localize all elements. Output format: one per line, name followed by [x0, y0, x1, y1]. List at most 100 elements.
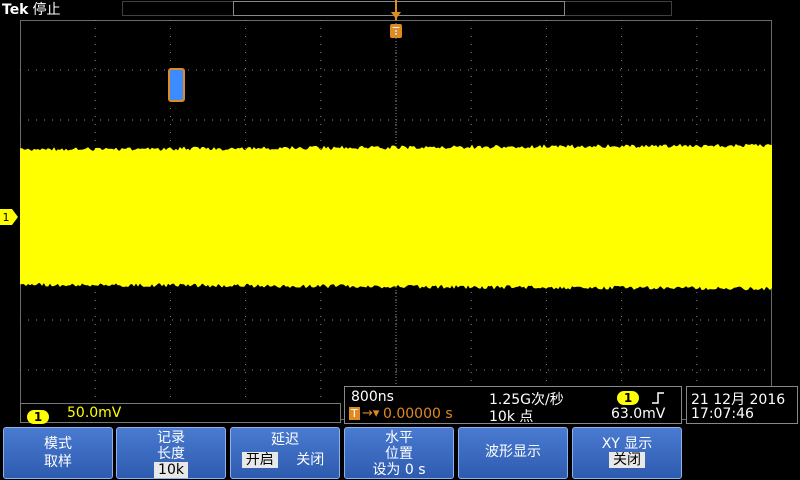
grid-dot [716, 370, 717, 371]
grid-dot [244, 320, 245, 321]
grid-dot [252, 320, 253, 321]
arrow-right-icon: →▾ [362, 406, 379, 421]
grid-dot [420, 120, 421, 121]
grid-dot [621, 356, 622, 357]
grid-dot [380, 320, 381, 321]
grid-dot [396, 348, 397, 349]
grid-dot [320, 44, 321, 45]
grid-dot [396, 371, 397, 372]
grid-dot [404, 70, 405, 71]
grid-dot [220, 370, 221, 371]
record-title-2: 长度 [117, 446, 225, 462]
grid-dot [388, 370, 389, 371]
grid-dot [471, 340, 472, 341]
grid-dot [696, 20, 697, 21]
horizontal-set-zero: 设为 0 s [345, 462, 453, 478]
grid-dot [245, 388, 246, 389]
timebase: 800ns [351, 389, 394, 405]
grid-dot [396, 116, 397, 117]
delay-button[interactable]: 延迟 开启 关闭 [230, 427, 340, 479]
grid-dot [668, 120, 669, 121]
grid-dot [604, 320, 605, 321]
cursor-handle[interactable] [168, 68, 185, 102]
grid-dot [28, 120, 29, 121]
grid-dot [320, 76, 321, 77]
delay-on-option[interactable]: 开启 [242, 452, 278, 468]
grid-dot [372, 120, 373, 121]
grid-dot [564, 370, 565, 371]
grid-dot [320, 124, 321, 125]
grid-dot [700, 320, 701, 321]
grid-dot [396, 119, 397, 120]
channel-1-readout[interactable]: 1 50.0mV [20, 403, 341, 423]
grid-dot [95, 28, 96, 29]
grid-dot [452, 120, 453, 121]
grid-dot [396, 95, 397, 96]
grid-dot [300, 320, 301, 321]
grid-dot [276, 320, 277, 321]
grid-dot [596, 120, 597, 121]
grid-dot [148, 370, 149, 371]
grid-dot [245, 84, 246, 85]
grid-dot [471, 100, 472, 101]
grid-dot [516, 370, 517, 371]
grid-dot [708, 320, 709, 321]
grid-dot [508, 70, 509, 71]
grid-dot [621, 84, 622, 85]
grid-dot [546, 372, 547, 373]
grid-dot [740, 70, 741, 71]
channel-1-ground-marker[interactable]: 1 [0, 209, 18, 225]
grid-dot [228, 320, 229, 321]
record-length-button[interactable]: 记录 长度 10k [116, 427, 226, 479]
grid-dot [156, 70, 157, 71]
grid-dot [428, 70, 429, 71]
grid-dot [546, 356, 547, 357]
grid-dot [388, 120, 389, 121]
grid-dot [644, 70, 645, 71]
grid-dot [396, 76, 397, 77]
grid-dot [140, 120, 141, 121]
grid-dot [170, 140, 171, 141]
grid-dot [84, 70, 85, 71]
grid-dot [245, 332, 246, 333]
grid-dot [245, 300, 246, 301]
mode-button[interactable]: 模式 取样 [3, 427, 113, 479]
grid-dot [444, 120, 445, 121]
grid-dot [156, 370, 157, 371]
grid-dot [170, 20, 171, 21]
grid-dot [596, 370, 597, 371]
grid-dot [696, 380, 697, 381]
grid-dot [668, 370, 669, 371]
grid-dot [260, 370, 261, 371]
grid-dot [696, 140, 697, 141]
grid-dot [320, 92, 321, 93]
horizontal-readout[interactable]: 800ns 1.25G次/秒 1 T →▾ 0.00000 s 10k 点 63… [344, 386, 682, 424]
grid-dot [556, 320, 557, 321]
grid-dot [396, 74, 397, 75]
grid-dot [324, 320, 325, 321]
grid-dot [396, 287, 397, 288]
horizontal-position-button[interactable]: 水平 位置 设为 0 s [344, 427, 454, 479]
grid-dot [684, 370, 685, 371]
grid-dot [320, 308, 321, 309]
grid-dot [95, 372, 96, 373]
grid-dot [245, 372, 246, 373]
grid-dot [696, 132, 697, 133]
grid-dot [320, 300, 321, 301]
grid-dot [44, 370, 45, 371]
grid-dot [540, 320, 541, 321]
grid-dot [340, 320, 341, 321]
grid-dot [320, 140, 321, 141]
grid-dot [696, 372, 697, 373]
waveform-display-button[interactable]: 波形显示 [458, 427, 568, 479]
grid-dot [524, 120, 525, 121]
grid-dot [546, 348, 547, 349]
grid-dot [292, 320, 293, 321]
grid-dot [396, 374, 397, 375]
grid-dot [412, 120, 413, 121]
grid-dot [692, 120, 693, 121]
xy-display-button[interactable]: XY 显示 关闭 [572, 427, 682, 479]
delay-off-option[interactable]: 关闭 [292, 452, 328, 468]
grid-dot [471, 308, 472, 309]
grid-dot [396, 29, 397, 30]
